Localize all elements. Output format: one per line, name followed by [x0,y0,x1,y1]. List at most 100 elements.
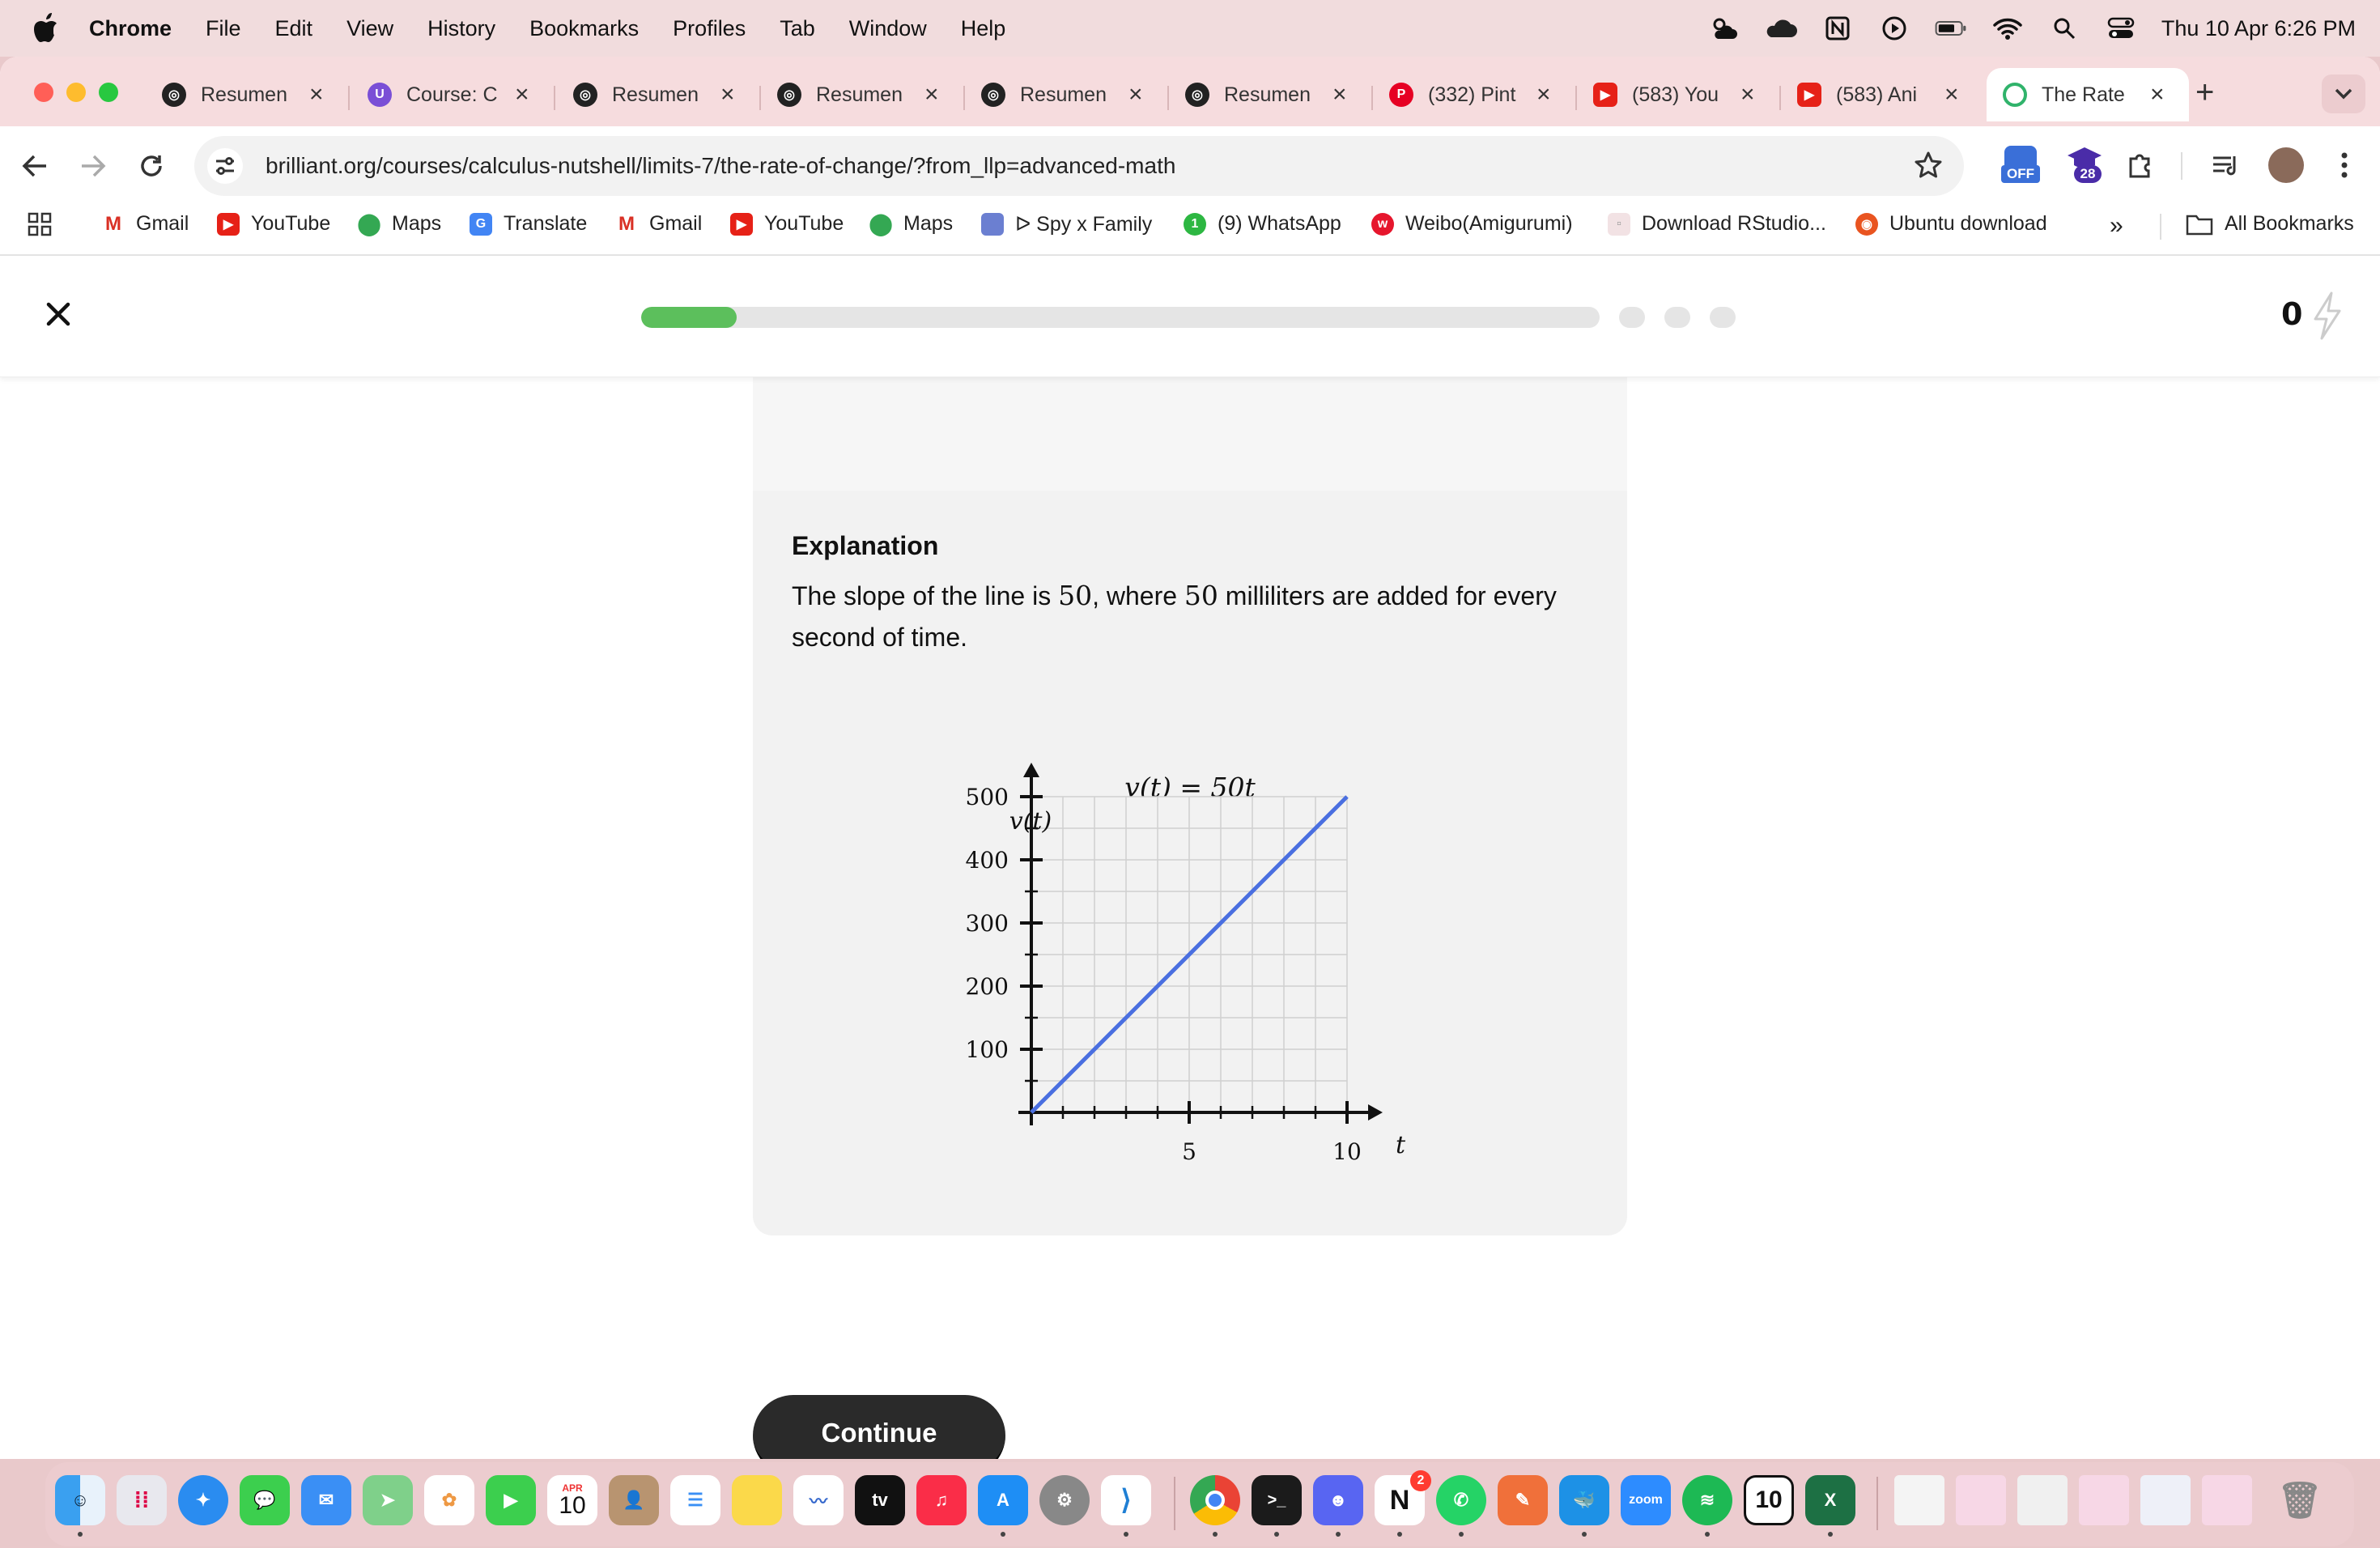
menu-file[interactable]: File [206,16,241,41]
safari-icon[interactable]: ✦ [178,1475,228,1525]
close-tab-icon[interactable]: × [1536,81,1551,108]
terminal-icon[interactable]: >_ [1252,1475,1302,1525]
new-tab-icon[interactable]: + [2195,74,2214,111]
contacts-icon[interactable]: 👤 [609,1475,659,1525]
apple-menu-icon[interactable] [32,12,60,45]
minimized-window-icon[interactable] [2079,1475,2129,1525]
minimized-window-icon[interactable] [1956,1475,2006,1525]
spotify-icon[interactable]: ≋ [1682,1475,1732,1525]
chrome-menu-button[interactable] [2323,144,2365,186]
menu-help[interactable]: Help [961,16,1006,41]
menu-tab[interactable]: Tab [780,16,815,41]
bookmark-gmail-2[interactable]: M Gmail [615,212,702,236]
bookmark-spy-x-family[interactable]: ᐅ Spy x Family [981,212,1152,236]
close-tab-icon[interactable]: × [309,81,324,108]
battery-icon[interactable] [1935,12,1967,45]
bookmark-weibo[interactable]: w Weibo(Amigurumi) [1371,212,1573,236]
whatsapp-app-icon[interactable]: ✆ [1436,1475,1486,1525]
tab-3[interactable]: ◎ Resumen × [557,68,753,121]
bookmark-youtube-2[interactable]: ▶ YouTube [730,212,844,236]
trash-icon[interactable]: 🗑 [2275,1475,2325,1525]
minimized-window-icon[interactable] [2017,1475,2068,1525]
tab-5[interactable]: ◎ Resumen × [965,68,1161,121]
discord-icon[interactable]: ☻ [1313,1475,1363,1525]
chrome-app-icon[interactable] [1190,1475,1240,1525]
finder-icon[interactable]: ☺ [55,1475,105,1525]
docker-icon[interactable]: 🐳 [1559,1475,1609,1525]
notion-app-icon[interactable]: N2 [1375,1470,1431,1525]
calendar-10-icon[interactable]: 10 [1744,1475,1794,1525]
media-controls-button[interactable] [2205,144,2247,186]
tab-1[interactable]: ◎ Resumen × [146,68,342,121]
spotlight-search-icon[interactable] [2048,12,2080,45]
menubar-clock[interactable]: Thu 10 Apr 6:26 PM [2161,16,2356,41]
apps-button[interactable] [28,212,52,236]
minimized-window-icon[interactable] [2202,1475,2252,1525]
close-tab-icon[interactable]: × [1332,81,1347,108]
music-icon[interactable]: ♫ [916,1475,967,1525]
close-tab-icon[interactable]: × [515,81,529,108]
tab-2[interactable]: U Course: C × [351,68,547,121]
messages-icon[interactable]: 💬 [240,1475,290,1525]
tab-8[interactable]: ▶ (583) You × [1577,68,1773,121]
tab-4[interactable]: ◎ Resumen × [761,68,957,121]
menu-window[interactable]: Window [849,16,927,41]
close-tab-icon[interactable]: × [720,81,735,108]
play-icon[interactable] [1878,12,1910,45]
extension-toggle[interactable]: OFF [2000,144,2042,186]
zoom-window-button[interactable] [99,83,118,102]
launchpad-icon[interactable]: ⁞⁞ [117,1475,167,1525]
extension-counter[interactable]: 28 [2064,144,2106,186]
control-center-icon[interactable] [2105,12,2137,45]
weather-icon[interactable] [1708,12,1740,45]
extensions-button[interactable] [2119,144,2161,186]
menu-edit[interactable]: Edit [275,16,313,41]
recent-document-icon[interactable] [1894,1475,1944,1525]
calendar-icon[interactable]: APR 10 [547,1475,597,1525]
notion-menubar-icon[interactable] [1821,12,1854,45]
close-tab-icon[interactable]: × [2150,81,2165,108]
menu-profiles[interactable]: Profiles [673,16,746,41]
bookmark-maps[interactable]: ⬤ Maps [357,211,441,236]
notes-icon[interactable] [732,1475,782,1525]
bookmark-whatsapp[interactable]: 1 (9) WhatsApp [1184,212,1341,236]
bookmark-rstudio[interactable]: ▫ Download RStudio... [1608,212,1826,236]
close-tab-icon[interactable]: × [1944,81,1959,108]
menu-bookmarks[interactable]: Bookmarks [529,16,639,41]
wifi-icon[interactable] [1991,12,2024,45]
freeform-icon[interactable]: 〰 [793,1475,844,1525]
close-tab-icon[interactable]: × [1740,81,1755,108]
maps-app-icon[interactable]: ➤ [363,1475,413,1525]
bookmark-maps-2[interactable]: ⬤ Maps [869,211,953,236]
bookmark-gmail[interactable]: M Gmail [102,212,189,236]
bookmark-ubuntu[interactable]: ◉ Ubuntu download [1855,212,2047,236]
tab-9[interactable]: ▶ (583) Ani × [1781,68,1977,121]
bookmark-translate[interactable]: G Translate [470,212,587,236]
continue-button[interactable]: Continue [753,1395,1005,1459]
excel-icon[interactable]: X [1805,1475,1855,1525]
tab-search-button[interactable] [2322,74,2365,113]
bookmark-youtube[interactable]: ▶ YouTube [217,212,330,236]
tab-6[interactable]: ◎ Resumen × [1169,68,1365,121]
back-button[interactable] [15,146,55,186]
vscode-icon[interactable]: ⟩ [1101,1475,1151,1525]
close-tab-icon[interactable]: × [924,81,939,108]
app-store-icon[interactable]: A [978,1475,1028,1525]
profile-avatar[interactable] [2268,147,2304,183]
facetime-icon[interactable]: ▶ [486,1475,536,1525]
apple-tv-icon[interactable]: tv [855,1475,905,1525]
forward-button[interactable] [73,146,113,186]
more-bookmarks-button[interactable]: » [2110,212,2123,240]
minimized-window-icon[interactable] [2140,1475,2191,1525]
close-tab-icon[interactable]: × [1128,81,1143,108]
close-lesson-icon[interactable] [42,298,74,330]
address-bar[interactable]: brilliant.org/courses/calculus-nutshell/… [194,136,1964,196]
bookmark-star-icon[interactable] [1914,151,1943,184]
tab-7[interactable]: P (332) Pint × [1373,68,1569,121]
reload-button[interactable] [131,146,172,186]
close-window-button[interactable] [34,83,53,102]
menu-view[interactable]: View [346,16,393,41]
all-bookmarks-button[interactable]: All Bookmarks [2186,212,2354,236]
photos-icon[interactable]: ✿ [424,1475,474,1525]
reminders-icon[interactable]: ☰ [670,1475,720,1525]
